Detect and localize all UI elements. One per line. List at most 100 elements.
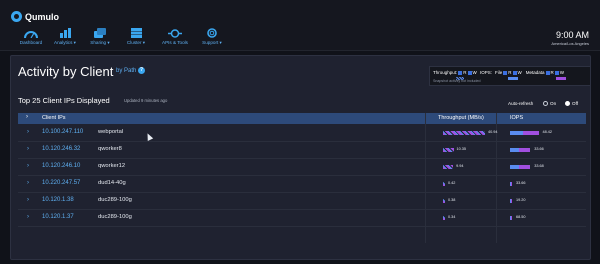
client-ip-link[interactable]: 10.120.1.37 [42,214,74,220]
iops-value: 33.66 [534,147,544,151]
brand-name: Qumulo [25,11,59,22]
iops-value: 19.20 [516,198,526,202]
by-path-link[interactable]: by Path [116,68,136,74]
legend-throughput-swatch [456,77,464,80]
nav-cluster-label: Cluster ▾ [126,40,146,45]
legend-file-w-label: W [517,70,522,75]
iops-bar [510,182,512,186]
client-ip-link[interactable]: 10.120.246.32 [42,146,80,152]
legend-file-swatch [508,77,518,80]
autorefresh-on[interactable]: On [543,101,556,106]
header-iops[interactable]: IOPS [510,115,523,121]
sharing-icon [84,26,116,38]
page-title: Activity by Client [18,64,114,79]
throughput-bar [443,148,454,152]
iops-bar [510,199,512,203]
expand-all-chevron-icon[interactable]: › [26,114,28,120]
throughput-value: 40.94 [488,130,498,134]
clock: 9:00 AM America/Los Angeles [551,30,589,46]
client-hostname: qworker12 [98,163,126,169]
client-hostname: qworker8 [98,146,122,152]
iops-value: 48.42 [542,130,553,134]
legend-metadata-label: Metadata [525,70,545,75]
iops-bar [510,148,531,152]
row-expand-chevron-icon[interactable]: › [27,163,29,169]
legend-file-w-checkbox[interactable] [512,70,517,75]
legend-file-label: File [495,70,503,75]
iops-bar [510,165,531,169]
table-row[interactable]: › 10.120.1.37 duc289-100g 0.34 68.50 [18,210,586,227]
row-expand-chevron-icon[interactable]: › [27,129,29,135]
legend-throughput: Throughput: R W [433,70,477,75]
iops-value: 68.50 [516,215,526,219]
nav-apis-tools-label: APIs & Tools [162,40,188,45]
nav-sharing-label: Sharing ▾ [90,40,110,45]
nav-support[interactable]: Support ▾ [196,28,228,46]
legend-metadata-r-checkbox[interactable] [545,70,550,75]
throughput-bar [443,199,445,203]
apis-icon [156,26,194,38]
main-nav: Dashboard Analytics ▾ Sharing ▾ Cluster … [14,28,230,46]
row-expand-chevron-icon[interactable]: › [27,214,29,220]
iops-bar [510,131,539,135]
nav-cluster[interactable]: Cluster ▾ [120,28,152,46]
legend-throughput-w-label: W [472,70,477,75]
autorefresh-on-radio[interactable] [543,101,548,106]
table-row[interactable]: › 10.220.247.57 dud14-40g 0.42 33.66 [18,176,586,193]
client-ip-link[interactable]: 10.220.247.57 [42,180,80,186]
client-ip-link[interactable]: 10.120.246.10 [42,163,80,169]
table-row[interactable]: › 10.120.246.10 qworker12 9.94 33.68 [18,159,586,176]
legend: Throughput: R W IOPS: File R W Metadata … [429,66,591,86]
throughput-value: 0.42 [448,181,456,185]
legend-iops-label: IOPS: [480,70,493,75]
autorefresh-on-label: On [550,101,557,106]
analytics-icon [50,26,80,38]
table-row[interactable]: › 10.120.246.32 qworker8 10.35 33.66 [18,142,586,159]
nav-dashboard[interactable]: Dashboard [14,28,48,46]
throughput-bar [443,182,445,186]
top-nav-bar: Qumulo Dashboard Analytics ▾ Sharing ▾ C… [0,0,600,51]
autorefresh-off-label: Off [572,101,579,106]
nav-support-label: Support ▾ [202,40,222,45]
throughput-value: 10.35 [456,147,467,151]
table-header: › Client IPs Throughput (MB/s) IOPS [18,113,586,124]
client-ip-link[interactable]: 10.120.1.38 [42,197,74,203]
cluster-icon [120,26,152,38]
legend-file-r-checkbox[interactable] [503,70,508,75]
qumulo-logo-icon [11,11,22,22]
iops-value: 33.68 [534,164,544,168]
help-icon[interactable]: ? [138,67,145,74]
header-client-ips[interactable]: Client IPs [42,115,66,121]
legend-throughput-label: Throughput: [433,70,458,75]
throughput-value: 9.94 [456,164,464,168]
table-row[interactable]: › 10.100.247.110 webportal 40.94 48.42 [18,125,586,142]
nav-dashboard-label: Dashboard [19,40,43,45]
qumulo-logo[interactable]: Qumulo [11,11,59,22]
nav-sharing[interactable]: Sharing ▾ [84,28,116,46]
client-hostname: webportal [98,129,124,135]
autorefresh-off[interactable]: Off [565,101,578,106]
client-hostname: duc289-100g [98,197,132,203]
legend-metadata-w-checkbox[interactable] [554,70,559,75]
legend-throughput-w-checkbox[interactable] [467,70,472,75]
header-throughput[interactable]: Throughput (MB/s) [438,115,484,121]
table-row[interactable]: › 10.120.1.38 duc289-100g 0.38 19.20 [18,193,586,210]
row-expand-chevron-icon[interactable]: › [27,180,29,186]
row-expand-chevron-icon[interactable]: › [27,197,29,203]
legend-throughput-r-label: R [463,70,467,75]
legend-throughput-r-checkbox[interactable] [458,70,463,75]
nav-apis-tools[interactable]: APIs & Tools [156,28,194,46]
nav-analytics[interactable]: Analytics ▾ [50,28,80,46]
iops-bar [510,216,512,220]
client-ip-link[interactable]: 10.100.247.110 [42,129,83,135]
dashboard-icon [14,26,48,38]
row-expand-chevron-icon[interactable]: › [27,146,29,152]
autorefresh-off-radio[interactable] [565,101,570,106]
client-hostname: dud14-40g [98,180,126,186]
clock-zone: America/Los Angeles [551,41,589,46]
nav-analytics-label: Analytics ▾ [54,40,76,45]
throughput-bar [443,216,445,220]
activity-panel: Activity by Client by Path ? Throughput:… [10,55,591,260]
autorefresh-label: Auto-refresh [508,101,534,106]
legend-iops: IOPS: File R W Metadata R W [480,70,564,75]
